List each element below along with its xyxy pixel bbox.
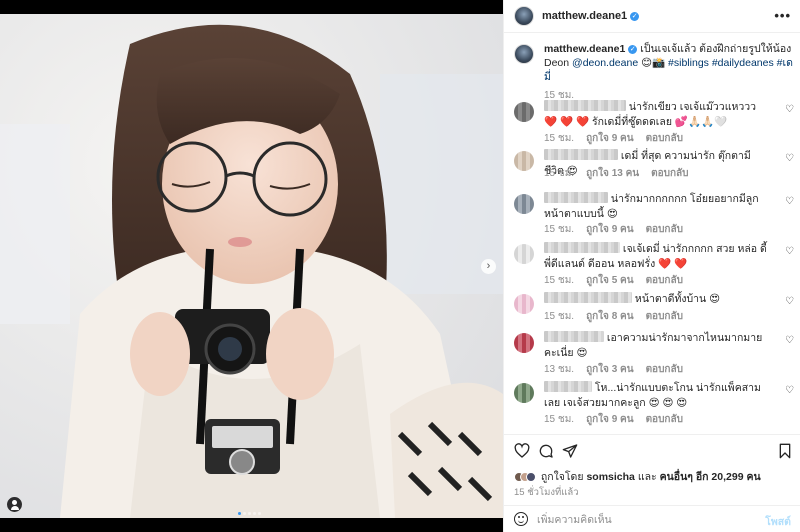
reply-button[interactable]: ตอบกลับ [646,364,683,375]
caption-username[interactable]: matthew.deane1 [544,43,625,55]
likes-others-link[interactable]: คนอื่นๆ อีก 20,299 คน [660,471,761,483]
comment-avatar[interactable] [514,151,534,171]
reply-button[interactable]: ตอบกลับ [651,168,688,179]
comment-like-count[interactable]: ถูกใจ 3 คน [586,364,634,375]
caption-mention[interactable]: @deon.deane [572,57,638,69]
comment-time[interactable]: 15 ชม. [544,275,574,286]
verified-badge-icon: ✓ [628,45,638,54]
liker-avatars [514,471,536,483]
post-header: matthew.deane1 ✓ ••• [504,0,800,33]
carousel-indicator [238,506,263,518]
hashtag[interactable]: #dailydeanes [712,57,774,69]
blurred-username[interactable] [544,381,592,392]
comment-time[interactable]: 15 ชม. [544,168,574,179]
blurred-username[interactable] [544,242,620,253]
comment-avatar[interactable] [514,244,534,264]
comment-meta: 15 ชม. ถูกใจ 9 คน ตอบกลับ [544,131,695,146]
next-photo-button[interactable]: › [481,259,496,274]
comment-input[interactable] [537,512,747,527]
comment-meta: 15 ชม. ถูกใจ 13 คน ตอบกลับ [544,166,701,181]
comment-like-icon[interactable]: ♡ [785,296,794,307]
post-media[interactable] [0,14,503,518]
carousel-dot [258,512,261,515]
comment-like-icon[interactable]: ♡ [785,153,794,164]
blurred-username[interactable] [544,192,608,203]
comments-scroll[interactable]: matthew.deane1 ✓ เป็นเจเจ้แล้ว ต้องฝึกถ่า… [504,34,800,434]
author-username[interactable]: matthew.deane1 ✓ [542,10,640,22]
comment-like-icon[interactable]: ♡ [785,246,794,257]
comment-like-count[interactable]: ถูกใจ 9 คน [586,224,634,235]
comment-avatar[interactable] [514,194,534,214]
comment-avatar[interactable] [514,294,534,314]
reply-button[interactable]: ตอบกลับ [646,275,683,286]
comment-time[interactable]: 15 ชม. [544,311,574,322]
reply-button[interactable]: ตอบกลับ [646,311,683,322]
comment-avatar[interactable] [514,333,534,353]
author-avatar[interactable] [514,6,534,26]
comment-time[interactable]: 15 ชม. [544,414,574,425]
post-comment-button[interactable]: โพสต์ [765,513,791,530]
heart-icon[interactable] [514,443,530,459]
comment-meta: 13 ชม. ถูกใจ 3 คน ตอบกลับ [544,362,695,377]
post-photo [0,14,503,518]
comment-like-count[interactable]: ถูกใจ 13 คน [586,168,639,179]
comment-like-count[interactable]: ถูกใจ 9 คน [586,414,634,425]
comment-like-icon[interactable]: ♡ [785,196,794,207]
blurred-username[interactable] [544,149,618,160]
caption-text: matthew.deane1 ✓ เป็นเจเจ้แล้ว ต้องฝึกถ่า… [544,42,794,84]
comment-like-icon[interactable]: ♡ [785,104,794,115]
carousel-dot [253,512,256,515]
comment-like-count[interactable]: ถูกใจ 8 คน [586,311,634,322]
post-actions: ถูกใจโดย somsicha และ คนอื่นๆ อีก 20,299… [504,434,800,512]
comment-time[interactable]: 15 ชม. [544,133,574,144]
tagged-users-icon[interactable] [7,497,22,512]
comment-meta: 15 ชม. ถูกใจ 8 คน ตอบกลับ [544,309,695,324]
likes-prefix: ถูกใจโดย [540,471,584,483]
carousel-dot [243,512,246,515]
post-timestamp[interactable]: 15 ชั่วโมงที่แล้ว [514,485,579,500]
author-username-text[interactable]: matthew.deane1 [542,10,627,22]
comment-time[interactable]: 15 ชม. [544,224,574,235]
bookmark-icon[interactable] [777,443,793,459]
carousel-dot [248,512,251,515]
comment-like-icon[interactable]: ♡ [785,335,794,346]
comment-avatar[interactable] [514,102,534,122]
blurred-username[interactable] [544,292,632,303]
blurred-username[interactable] [544,331,604,342]
likes-and: และ [637,471,657,483]
comment-composer: โพสต์ [504,505,800,532]
caption-avatar[interactable] [514,44,534,64]
comment-meta: 15 ชม. ถูกใจ 5 คน ตอบกลับ [544,273,695,288]
caption-emoji: 😊📸 [641,57,666,69]
comment-like-icon[interactable]: ♡ [785,385,794,396]
likes-summary: ถูกใจโดย somsicha และ คนอื่นๆ อีก 20,299… [514,468,761,485]
comment-icon[interactable] [538,443,554,459]
post-side-panel: matthew.deane1 ✓ ••• matthew.deane1 ✓ เป็น… [503,0,800,532]
liker-avatar [526,472,536,482]
blurred-username[interactable] [544,100,626,111]
more-options-icon[interactable]: ••• [774,8,791,23]
comment-meta: 15 ชม. ถูกใจ 9 คน ตอบกลับ [544,222,695,237]
verified-badge-icon: ✓ [630,12,640,21]
reply-button[interactable]: ตอบกลับ [646,133,683,144]
comment-time[interactable]: 13 ชม. [544,364,574,375]
comment-like-count[interactable]: ถูกใจ 9 คน [586,133,634,144]
reply-button[interactable]: ตอบกลับ [646,224,683,235]
carousel-dot-active [238,512,241,515]
hashtag[interactable]: #siblings [668,57,709,69]
comment-meta: 15 ชม. ถูกใจ 9 คน ตอบกลับ [544,412,695,427]
comment-text: หน้าตาดีทั้งบ้าน 😍 [634,293,721,305]
share-icon[interactable] [562,443,578,459]
liker-username[interactable]: somsicha [586,471,634,483]
emoji-icon[interactable] [514,512,528,526]
comment-avatar[interactable] [514,383,534,403]
comment-like-count[interactable]: ถูกใจ 5 คน [586,275,634,286]
reply-button[interactable]: ตอบกลับ [646,414,683,425]
